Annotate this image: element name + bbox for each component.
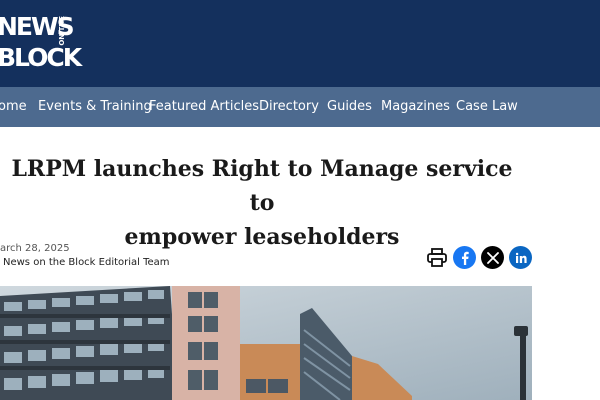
site-logo[interactable]: NEWS ON THE BLOCK bbox=[0, 14, 87, 74]
x-icon bbox=[486, 251, 499, 264]
facebook-share-button[interactable] bbox=[453, 246, 476, 269]
nav-case-law[interactable]: Case Law bbox=[456, 99, 518, 115]
main-nav: ome Events & Training Featured Articles … bbox=[0, 87, 600, 127]
x-share-button[interactable] bbox=[481, 246, 504, 269]
hero-image bbox=[0, 286, 532, 400]
site-header: NEWS ON THE BLOCK bbox=[0, 0, 600, 87]
print-button[interactable] bbox=[425, 246, 448, 269]
logo-small-text: ON THE bbox=[58, 16, 66, 46]
article-title-line-1: LRPM launches Right to Manage service to bbox=[11, 156, 513, 216]
nav-directory[interactable]: Directory bbox=[259, 99, 319, 115]
facebook-icon bbox=[461, 251, 469, 265]
linkedin-share-button[interactable] bbox=[509, 246, 532, 269]
logo-word-block: BLOCK bbox=[0, 43, 82, 72]
building-photo bbox=[0, 286, 532, 400]
nav-events-training[interactable]: Events & Training bbox=[38, 99, 152, 115]
nav-magazines[interactable]: Magazines bbox=[381, 99, 450, 115]
linkedin-icon bbox=[515, 252, 527, 263]
print-icon bbox=[426, 247, 447, 267]
article-author[interactable]: News on the Block Editorial Team bbox=[3, 257, 170, 269]
nav-featured-articles[interactable]: Featured Articles bbox=[149, 99, 259, 115]
article-title: LRPM launches Right to Manage service to… bbox=[0, 152, 524, 254]
article-date: arch 28, 2025 bbox=[0, 243, 70, 254]
nav-guides[interactable]: Guides bbox=[327, 99, 372, 115]
nav-home[interactable]: ome bbox=[0, 99, 27, 115]
